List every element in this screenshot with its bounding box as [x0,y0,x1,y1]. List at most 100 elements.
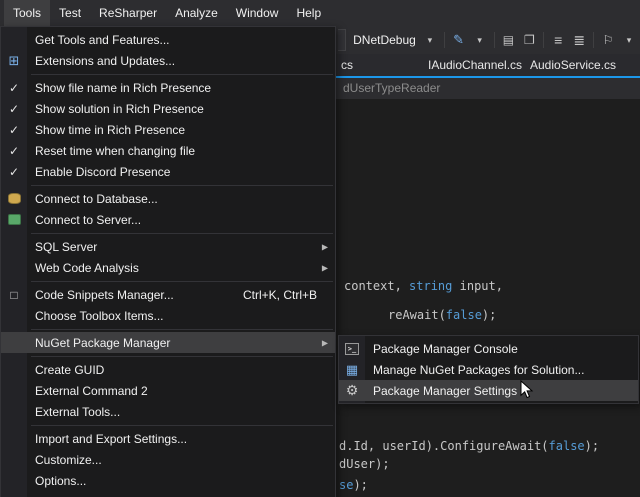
menu-item-get-tools-and-features[interactable]: Get Tools and Features... [1,29,335,50]
check-icon [1,119,27,140]
packages-icon [339,359,365,380]
list-arrow-icon[interactable] [572,32,586,48]
menu-item-icon [1,305,27,326]
menu-item-label: Web Code Analysis [35,261,139,275]
menu-item-label: Import and Export Settings... [35,432,187,446]
menubar-item-window[interactable]: Window [227,0,288,26]
menu-item-icon [1,332,27,353]
vs-window: Tools Test ReSharper Analyze Window Help… [0,0,640,497]
menu-bar: Tools Test ReSharper Analyze Window Help [0,0,640,26]
menu-item-icon [1,449,27,470]
gear-icon [339,380,365,401]
menu-item-enable-discord-presence[interactable]: Enable Discord Presence [1,161,335,182]
menu-item-label: Show solution in Rich Presence [35,102,204,116]
check-icon [1,77,27,98]
toolbar-overflow-icon[interactable] [622,32,636,48]
menu-item-shortcut: Ctrl+K, Ctrl+B [243,288,317,302]
menu-item-icon [1,29,27,50]
list-icon[interactable] [551,32,565,48]
menu-item-label: Options... [35,474,86,488]
menu-separator [31,74,333,75]
code-line: d.Id, userId).ConfigureAwait(false); [339,439,599,453]
menu-item-icon [1,257,27,278]
tab-iaudiochannel[interactable]: IAudioChannel.cs [428,54,522,76]
check-icon [1,161,27,182]
menu-item-external-tools[interactable]: External Tools... [1,401,335,422]
menu-item-code-snippets-manager[interactable]: Code Snippets Manager... Ctrl+K, Ctrl+B [1,284,335,305]
menu-item-label: Reset time when changing file [35,144,195,158]
menu-item-label: Extensions and Updates... [35,54,175,68]
configuration-combo-edge[interactable] [338,29,346,51]
menu-item-label: SQL Server [35,240,97,254]
bookmark-icon[interactable] [601,32,615,48]
menu-item-show-file-name[interactable]: Show file name in Rich Presence [1,77,335,98]
code-line: dUser); [339,457,390,471]
toolbar-separator [593,32,594,48]
menu-item-nuget-package-manager[interactable]: NuGet Package Manager [1,332,335,353]
menu-item-package-manager-console[interactable]: Package Manager Console [339,338,638,359]
menu-item-label: Manage NuGet Packages for Solution... [373,363,584,377]
menu-item-reset-time[interactable]: Reset time when changing file [1,140,335,161]
menu-item-label: Choose Toolbox Items... [35,309,164,323]
database-icon [1,188,27,209]
menu-item-extensions-and-updates[interactable]: Extensions and Updates... [1,50,335,71]
menu-item-label: Package Manager Console [373,342,518,356]
server-icon [1,209,27,230]
menubar-item-test[interactable]: Test [50,0,90,26]
submenu-arrow-icon [322,338,328,347]
menubar-item-help[interactable]: Help [287,0,330,26]
attach-icon[interactable] [452,32,466,48]
menu-item-options[interactable]: Options... [1,470,335,491]
menu-item-connect-to-server[interactable]: Connect to Server... [1,209,335,230]
debug-target-dropdown-icon[interactable] [423,32,437,48]
code-line: context, string input, [344,279,503,293]
menu-item-icon [1,428,27,449]
tab-partial[interactable]: cs [341,54,353,76]
menu-item-icon [1,401,27,422]
menu-item-label: Show time in Rich Presence [35,123,185,137]
tab-audioservice[interactable]: AudioService.cs [530,54,616,76]
menu-item-icon [1,380,27,401]
menu-item-label: Enable Discord Presence [35,165,170,179]
menu-item-icon [1,236,27,257]
menu-item-customize[interactable]: Customize... [1,449,335,470]
menu-item-label: NuGet Package Manager [35,336,170,350]
code-line: se); [339,478,368,492]
menu-item-web-code-analysis[interactable]: Web Code Analysis [1,257,335,278]
copy-docs-icon[interactable] [522,32,536,48]
menu-item-label: Create GUID [35,363,104,377]
mouse-cursor [520,380,534,400]
toolbar-separator [543,32,544,48]
menu-separator [31,185,333,186]
menu-item-label: Connect to Server... [35,213,141,227]
snippets-icon [1,284,27,305]
menubar-item-analyze[interactable]: Analyze [166,0,227,26]
menu-item-show-time[interactable]: Show time in Rich Presence [1,119,335,140]
menu-item-create-guid[interactable]: Create GUID [1,359,335,380]
code-line: reAwait(false); [388,308,496,322]
navigation-type-name[interactable]: dUserTypeReader [343,81,440,95]
menubar-item-resharper[interactable]: ReSharper [90,0,166,26]
menu-item-choose-toolbox-items[interactable]: Choose Toolbox Items... [1,305,335,326]
toolbar-separator [494,32,495,48]
submenu-arrow-icon [322,242,328,251]
menu-separator [31,233,333,234]
menu-item-sql-server[interactable]: SQL Server [1,236,335,257]
menu-item-label: Package Manager Settings [373,384,517,398]
extensions-icon [1,50,27,71]
menu-item-import-export-settings[interactable]: Import and Export Settings... [1,428,335,449]
check-icon [1,98,27,119]
attach-dropdown-icon[interactable] [473,32,487,48]
toolbar-separator [444,32,445,48]
menu-separator [31,281,333,282]
menubar-item-tools[interactable]: Tools [4,0,50,26]
menu-item-label: Connect to Database... [35,192,158,206]
menu-item-package-manager-settings[interactable]: Package Manager Settings [339,380,638,401]
menu-item-connect-to-database[interactable]: Connect to Database... [1,188,335,209]
open-folder-icon[interactable] [501,32,515,48]
debug-target-label[interactable]: DNetDebug [353,33,416,47]
menu-item-manage-nuget-packages[interactable]: Manage NuGet Packages for Solution... [339,359,638,380]
menu-item-external-command-2[interactable]: External Command 2 [1,380,335,401]
console-icon [339,338,365,359]
menu-item-show-solution[interactable]: Show solution in Rich Presence [1,98,335,119]
